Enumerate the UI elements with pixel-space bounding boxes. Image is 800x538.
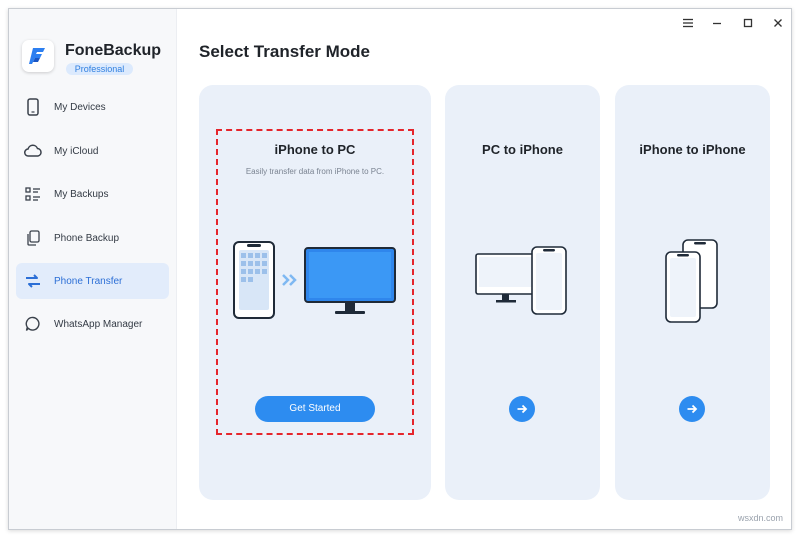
mode-title: PC to iPhone <box>482 142 563 157</box>
sidebar-item-whatsapp-manager[interactable]: WhatsApp Manager <box>16 306 169 342</box>
chat-bubble-icon <box>24 315 42 333</box>
mode-card-iphone-to-pc[interactable]: iPhone to PC Easily transfer data from i… <box>199 85 431 500</box>
sidebar-item-phone-transfer[interactable]: Phone Transfer <box>16 263 169 299</box>
sidebar-item-my-devices[interactable]: My Devices <box>16 89 169 125</box>
sidebar-item-label: My Devices <box>54 101 106 113</box>
page-title: Select Transfer Mode <box>199 42 371 61</box>
mode-title: iPhone to iPhone <box>639 142 746 157</box>
pc-to-iphone-illustration <box>475 246 567 315</box>
backups-list-icon <box>24 185 42 203</box>
sidebar-item-phone-backup[interactable]: Phone Backup <box>16 220 169 256</box>
sidebar-item-label: Phone Backup <box>54 232 120 244</box>
sidebar-item-label: Phone Transfer <box>54 275 123 287</box>
sidebar-item-label: My Backups <box>54 188 109 200</box>
maximize-icon[interactable] <box>737 14 759 32</box>
transfer-arrows-icon <box>24 272 42 290</box>
sidebar-item-label: WhatsApp Manager <box>54 318 143 330</box>
minimize-icon[interactable] <box>706 14 728 32</box>
watermark: wsxdn.com <box>737 513 783 523</box>
arrow-right-button[interactable] <box>509 396 535 422</box>
app-logo-icon <box>22 40 54 72</box>
get-started-button[interactable]: Get Started <box>255 396 375 422</box>
phone-backup-icon <box>24 229 42 247</box>
edition-badge: Professional <box>66 63 133 75</box>
app-window: FoneBackup Professional My Devices My iC… <box>8 8 792 530</box>
sidebar-item-label: My iCloud <box>54 145 99 157</box>
sidebar-item-my-icloud[interactable]: My iCloud <box>16 133 169 169</box>
iphone-to-iphone-illustration <box>665 239 718 323</box>
cloud-icon <box>24 142 42 160</box>
close-icon[interactable] <box>767 14 789 32</box>
iphone-to-pc-illustration <box>233 241 396 319</box>
mode-card-pc-to-iphone[interactable]: PC to iPhone <box>445 85 600 500</box>
arrow-right-button[interactable] <box>679 396 705 422</box>
phone-icon <box>24 98 42 116</box>
app-name: FoneBackup <box>65 42 162 59</box>
sidebar-item-my-backups[interactable]: My Backups <box>16 176 169 212</box>
mode-description: Easily transfer data from iPhone to PC. <box>245 167 385 176</box>
mode-title: iPhone to PC <box>274 142 356 157</box>
menu-icon[interactable] <box>677 14 699 32</box>
mode-card-iphone-to-iphone[interactable]: iPhone to iPhone <box>615 85 770 500</box>
sidebar: FoneBackup Professional My Devices My iC… <box>9 9 177 529</box>
